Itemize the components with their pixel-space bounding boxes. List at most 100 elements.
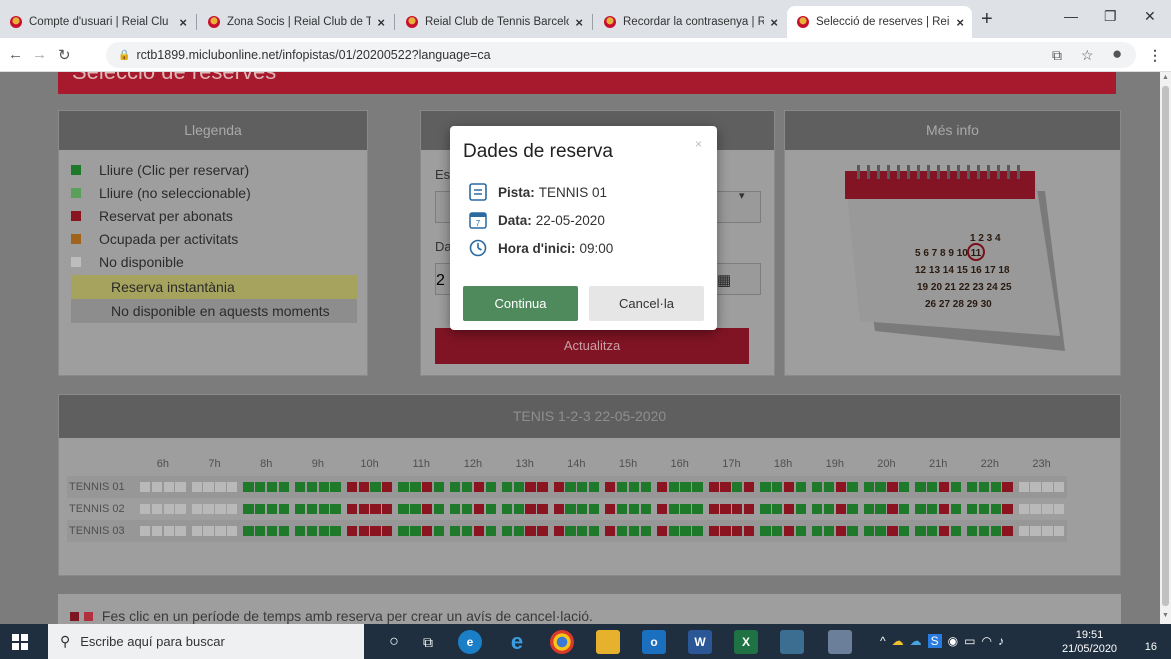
time-slot[interactable] — [760, 482, 771, 492]
time-slot[interactable] — [915, 526, 926, 536]
time-slot[interactable] — [501, 482, 513, 492]
word-icon[interactable]: W — [688, 630, 712, 654]
cortana-icon[interactable]: ○ — [382, 630, 406, 654]
chrome-icon[interactable] — [550, 630, 574, 654]
time-slot[interactable] — [783, 504, 795, 514]
time-slot[interactable] — [485, 504, 496, 514]
time-slot[interactable] — [743, 504, 755, 514]
forward-arrow-icon[interactable]: → — [32, 46, 47, 63]
time-slot[interactable] — [422, 526, 433, 536]
time-slot[interactable] — [938, 482, 950, 492]
tab-seleccio-reserves[interactable]: Selecció de reserves | Reial × — [787, 6, 972, 38]
time-slot[interactable] — [847, 526, 858, 536]
time-slot[interactable] — [640, 482, 651, 492]
time-slot[interactable] — [795, 526, 806, 536]
time-slot[interactable] — [461, 526, 473, 536]
tab-close-icon[interactable]: × — [770, 15, 778, 30]
time-slot[interactable] — [1002, 504, 1013, 514]
battery-icon[interactable]: ▭ — [964, 634, 975, 648]
time-slot[interactable] — [410, 504, 421, 514]
time-slot[interactable] — [577, 526, 588, 536]
time-slot[interactable] — [640, 504, 651, 514]
scroll-up-icon[interactable]: ▲ — [1162, 74, 1169, 81]
time-slot[interactable] — [513, 526, 524, 536]
time-slot[interactable] — [306, 504, 318, 514]
time-slot[interactable] — [616, 504, 628, 514]
tab-compte-usuari[interactable]: Compte d'usuari | Reial Clu × — [0, 6, 195, 38]
time-slot[interactable] — [927, 482, 938, 492]
wifi-icon[interactable]: ◠ — [981, 634, 991, 648]
time-slot[interactable] — [358, 526, 369, 536]
time-slot[interactable] — [410, 526, 421, 536]
time-slot[interactable] — [875, 482, 886, 492]
time-slot[interactable] — [525, 526, 536, 536]
tab-close-icon[interactable]: × — [956, 15, 964, 30]
time-slot[interactable] — [588, 482, 600, 492]
time-slot[interactable] — [978, 482, 990, 492]
time-slot[interactable] — [473, 504, 485, 514]
time-slot[interactable] — [255, 482, 266, 492]
time-slot[interactable] — [990, 526, 1001, 536]
time-slot[interactable] — [473, 526, 485, 536]
time-slot[interactable] — [680, 526, 691, 536]
time-slot[interactable] — [915, 482, 926, 492]
time-slot[interactable] — [772, 482, 783, 492]
time-slot[interactable] — [720, 482, 731, 492]
time-slot[interactable] — [863, 504, 874, 514]
taskbar-search-field[interactable]: ⚲ Escribe aquí para buscar — [48, 624, 364, 659]
time-slot[interactable] — [628, 482, 640, 492]
time-slot[interactable] — [823, 482, 835, 492]
time-slot[interactable] — [295, 482, 306, 492]
time-slot[interactable] — [680, 482, 691, 492]
close-window-icon[interactable]: ✕ — [1144, 8, 1156, 25]
time-slot[interactable] — [823, 504, 835, 514]
page-scrollbar[interactable]: ▲ ▼ — [1160, 72, 1171, 624]
time-slot[interactable] — [370, 526, 381, 536]
time-slot[interactable] — [358, 482, 369, 492]
time-slot[interactable] — [887, 482, 898, 492]
time-slot[interactable] — [330, 504, 341, 514]
cloud-icon[interactable]: ☁ — [910, 634, 922, 648]
time-slot[interactable] — [318, 482, 329, 492]
time-slot[interactable] — [823, 526, 835, 536]
time-slot[interactable] — [628, 526, 640, 536]
cancel-button[interactable]: Cancel·la — [589, 286, 704, 321]
time-slot[interactable] — [1002, 526, 1013, 536]
time-slot[interactable] — [950, 504, 961, 514]
time-slot[interactable] — [656, 504, 668, 514]
minimize-icon[interactable]: — — [1064, 8, 1078, 24]
time-slot[interactable] — [513, 482, 524, 492]
time-slot[interactable] — [875, 526, 886, 536]
s-app-icon[interactable]: S — [927, 634, 942, 648]
time-slot[interactable] — [708, 482, 719, 492]
time-slot[interactable] — [915, 504, 926, 514]
tab-reial-club[interactable]: Reial Club de Tennis Barcelo × — [396, 6, 591, 38]
time-slot[interactable] — [588, 504, 600, 514]
time-slot[interactable] — [605, 504, 616, 514]
time-slot[interactable] — [978, 504, 990, 514]
excel-icon[interactable]: X — [734, 630, 758, 654]
time-slot[interactable] — [732, 482, 743, 492]
time-slot[interactable] — [346, 482, 358, 492]
time-slot[interactable] — [318, 526, 329, 536]
time-slot[interactable] — [243, 504, 254, 514]
time-slot[interactable] — [433, 482, 445, 492]
time-slot[interactable] — [330, 482, 341, 492]
time-slot[interactable] — [370, 504, 381, 514]
time-slot[interactable] — [950, 482, 961, 492]
update-button[interactable]: Actualitza — [435, 328, 749, 364]
time-slot[interactable] — [525, 504, 536, 514]
time-slot[interactable] — [513, 504, 524, 514]
taskbar-clock[interactable]: 19:51 21/05/2020 — [1062, 628, 1117, 656]
bookmark-star-icon[interactable]: ☆ — [1081, 47, 1094, 64]
time-slot[interactable] — [605, 526, 616, 536]
time-slot[interactable] — [410, 482, 421, 492]
time-slot[interactable] — [433, 504, 445, 514]
scroll-down-icon[interactable]: ▼ — [1162, 612, 1169, 619]
time-slot[interactable] — [565, 504, 576, 514]
time-slot[interactable] — [772, 504, 783, 514]
time-slot[interactable] — [863, 526, 874, 536]
onedrive-icon[interactable]: ☁ — [892, 634, 904, 648]
time-slot[interactable] — [835, 526, 846, 536]
notifications-icon[interactable]: 16 — [1135, 631, 1157, 653]
